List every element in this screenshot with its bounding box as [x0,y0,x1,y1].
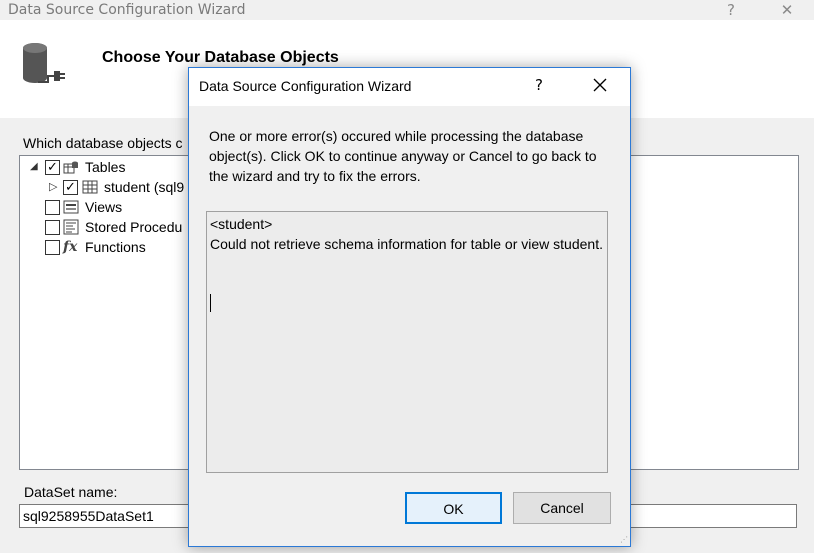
dataset-name-label: DataSet name: [24,484,118,500]
tree-item-label: Functions [85,239,146,255]
dialog-title: Data Source Configuration Wizard [199,78,412,94]
ok-button[interactable]: OK [405,492,502,524]
tree-item-label: Views [85,199,123,215]
tree-item-label: Tables [85,159,126,175]
collapse-icon[interactable]: ◢ [30,157,38,177]
dialog-titlebar: Data Source Configuration Wizard ? [189,68,630,106]
error-details-textbox[interactable]: <student> Could not retrieve schema info… [206,211,608,473]
stored-procedure-icon [63,219,79,235]
resize-grip-icon[interactable]: ⋰ [620,535,628,544]
help-button[interactable]: ? [716,0,746,20]
table-icon [82,180,98,194]
stored-procedures-checkbox[interactable] [45,220,60,235]
window-title: Data Source Configuration Wizard [8,2,246,18]
error-message: One or more error(s) occured while proce… [209,128,597,184]
text-caret [210,294,211,312]
expand-icon[interactable]: ▷ [49,177,57,197]
tree-item-label: student (sql9 [104,179,185,195]
function-icon: fx [63,239,78,255]
view-icon [63,200,79,214]
views-checkbox[interactable] [45,200,60,215]
database-icon [23,43,65,83]
functions-checkbox[interactable] [45,240,60,255]
tree-item-label: Stored Procedu [85,219,183,235]
student-checkbox[interactable] [63,177,78,197]
cancel-button[interactable]: Cancel [513,492,611,524]
dialog-help-button[interactable]: ? [529,76,549,94]
error-detail-line: <student> [210,216,273,232]
error-detail-line: Could not retrieve schema information fo… [210,236,603,252]
close-icon[interactable] [589,74,611,96]
objects-prompt-label: Which database objects c [23,135,183,151]
table-icon [63,161,78,174]
tables-checkbox[interactable] [45,157,60,177]
page-title: Choose Your Database Objects [102,49,339,66]
close-button[interactable]: ✕ [772,0,802,20]
error-dialog: Data Source Configuration Wizard ? One o… [188,67,631,547]
